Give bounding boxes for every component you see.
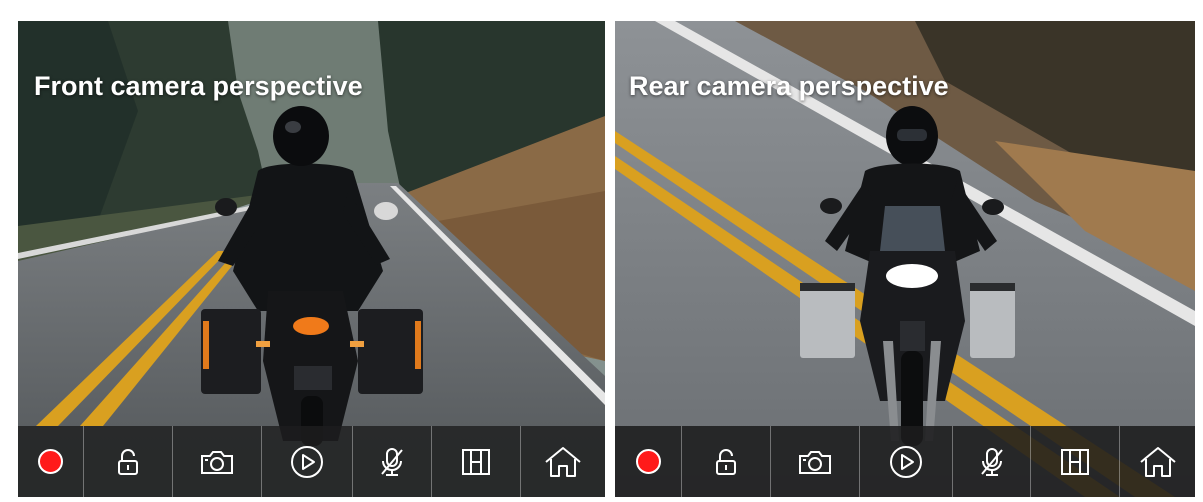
front-view-switch-button[interactable] — [432, 426, 521, 497]
rear-home-button[interactable] — [1120, 426, 1195, 497]
rear-camera-view: Rear camera perspective — [615, 21, 1195, 497]
mic-off-icon — [381, 447, 403, 476]
front-camera-title: Front camera perspective — [34, 71, 363, 101]
mic-off-icon — [980, 447, 1003, 476]
rear-microphone-button[interactable] — [953, 426, 1031, 497]
front-camera-view: Front camera perspective — [18, 21, 605, 497]
rear-snapshot-button[interactable] — [771, 426, 860, 497]
play-icon — [291, 445, 323, 478]
camera-icon — [201, 450, 233, 474]
front-record-button[interactable] — [18, 426, 84, 497]
front-playback-button[interactable] — [262, 426, 353, 497]
home-icon — [545, 446, 581, 477]
front-microphone-button[interactable] — [353, 426, 432, 497]
rear-camera-title: Rear camera perspective — [629, 71, 949, 101]
front-lock-button[interactable] — [84, 426, 173, 497]
rear-view-switch-button[interactable] — [1031, 426, 1120, 497]
record-icon — [38, 449, 63, 474]
front-home-button[interactable] — [521, 426, 605, 497]
record-icon — [635, 449, 661, 474]
rear-lock-button[interactable] — [682, 426, 771, 497]
unlock-icon — [716, 448, 736, 475]
camera-icon — [799, 450, 831, 474]
front-camera-toolbar — [18, 426, 605, 497]
front-snapshot-button[interactable] — [173, 426, 262, 497]
rear-playback-button[interactable] — [860, 426, 953, 497]
split-view-icon — [462, 448, 490, 475]
rear-camera-toolbar — [615, 426, 1195, 497]
play-icon — [890, 445, 922, 478]
split-view-icon — [1061, 448, 1089, 475]
unlock-icon — [118, 448, 138, 475]
home-icon — [1139, 446, 1176, 477]
rear-record-button[interactable] — [615, 426, 682, 497]
